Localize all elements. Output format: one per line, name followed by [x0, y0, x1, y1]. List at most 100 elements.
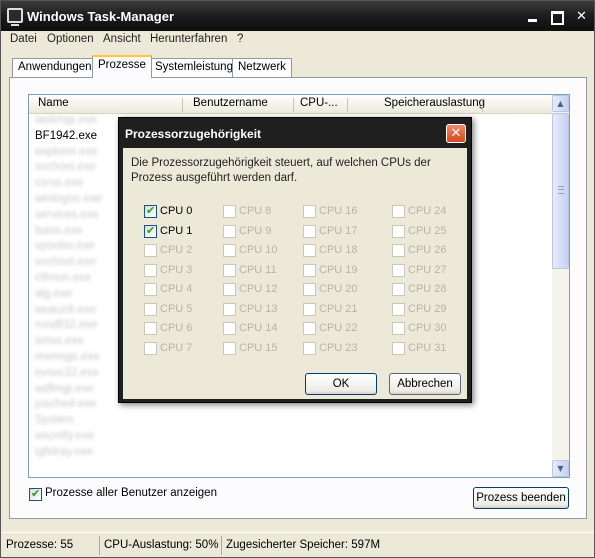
- cpu-label: CPU 7: [160, 341, 193, 354]
- cpu-checkbox[interactable]: [144, 224, 157, 238]
- cpu-label: CPU 11: [239, 263, 277, 276]
- table-row[interactable]: lsass.exe: [35, 225, 83, 241]
- table-row[interactable]: ctfmon.exe: [35, 272, 91, 288]
- table-row[interactable]: rundll32.exe: [35, 319, 98, 335]
- tab-anwendungen[interactable]: Anwendungen: [12, 58, 98, 77]
- table-row[interactable]: jusched.exe: [35, 398, 96, 414]
- table-row[interactable]: winlogon.exe: [35, 193, 102, 209]
- maximize-button[interactable]: [547, 7, 566, 26]
- close-button[interactable]: ✕: [572, 7, 591, 26]
- scroll-up-icon[interactable]: ▲: [552, 95, 569, 112]
- table-row[interactable]: BF1942.exe: [35, 130, 97, 146]
- column-divider[interactable]: [482, 98, 483, 112]
- title-bar[interactable]: Windows Task-Manager ✕: [1, 1, 594, 31]
- cpu-label: CPU 9: [239, 224, 272, 237]
- table-row[interactable]: nvsvc32.exe: [35, 367, 99, 383]
- cpu-checkbox: [144, 283, 157, 296]
- status-cpu: CPU-Auslastung: 50%: [99, 536, 220, 555]
- cpu-checkbox: [144, 263, 157, 277]
- table-row[interactable]: svchost.exe: [35, 161, 96, 177]
- monitor-icon: [7, 8, 23, 26]
- cpu-label: CPU 20: [319, 283, 358, 295]
- cpu-checkbox[interactable]: [144, 204, 157, 218]
- table-row[interactable]: csrss.exe: [35, 177, 84, 193]
- tab-netzwerk[interactable]: Netzwerk: [232, 58, 292, 77]
- cpu-checkbox: [303, 283, 316, 296]
- cpu-checkbox: [392, 322, 405, 335]
- status-processes: Prozesse: 55: [6, 539, 74, 551]
- window-title: Windows Task-Manager: [27, 9, 174, 24]
- cpu-label: CPU 4: [160, 283, 193, 295]
- cpu-label: CPU 26: [408, 244, 447, 256]
- table-row[interactable]: taskmgr.exe: [35, 114, 97, 130]
- dialog-body: Die Prozessorzugehörigkeit steuert, auf …: [123, 148, 467, 399]
- cpu-checkbox: [303, 263, 316, 277]
- table-row[interactable]: wdfmgr.exe: [35, 383, 94, 399]
- vertical-scrollbar[interactable]: ▲ ▼: [552, 95, 569, 477]
- processor-affinity-dialog: Prozessorzugehörigkeit ✕ Die Prozessorzu…: [118, 117, 472, 403]
- cpu-checkbox: [303, 341, 316, 355]
- table-row[interactable]: explorer.exe: [35, 146, 98, 162]
- cpu-checkbox: [144, 302, 157, 316]
- cpu-label: CPU 19: [319, 263, 358, 276]
- cpu-label: CPU 3: [160, 263, 193, 276]
- cpu-checkbox: [223, 283, 236, 296]
- table-row[interactable]: wuauclt.exe: [35, 304, 96, 320]
- cpu-label: CPU 28: [408, 283, 447, 295]
- tab-systemleistung[interactable]: Systemleistung: [149, 58, 239, 77]
- column-cpu[interactable]: CPU-...: [300, 97, 338, 109]
- show-all-users-label[interactable]: Prozesse aller Benutzer anzeigen: [45, 487, 217, 499]
- dialog-close-icon[interactable]: ✕: [446, 124, 466, 143]
- cpu-checkbox: [144, 341, 157, 355]
- cpu-checkbox: [392, 302, 405, 316]
- status-memory: Zugesicherter Speicher: 597M: [221, 536, 421, 555]
- cpu-checkbox: [144, 244, 157, 257]
- table-row[interactable]: spoolsv.exe: [35, 240, 95, 256]
- menu-bar: Datei Optionen Ansicht Herunterfahren ?: [2, 31, 594, 49]
- menu-ansicht[interactable]: Ansicht: [103, 33, 141, 45]
- column-name[interactable]: Name: [38, 97, 69, 109]
- table-row[interactable]: wscntfy.exe: [35, 430, 94, 446]
- end-process-button[interactable]: Prozess beenden: [473, 487, 569, 509]
- cpu-label: CPU 25: [408, 224, 447, 237]
- cpu-label: CPU 13: [239, 302, 278, 315]
- cpu-label: CPU 23: [319, 341, 358, 354]
- table-row[interactable]: msmsgs.exe: [35, 351, 100, 367]
- menu-datei[interactable]: Datei: [10, 33, 37, 45]
- menu-herunterfahren[interactable]: Herunterfahren: [150, 33, 227, 45]
- scroll-down-icon[interactable]: ▼: [552, 460, 569, 477]
- table-row[interactable]: alg.exe: [35, 288, 72, 304]
- table-row[interactable]: igfxtray.exe: [35, 446, 93, 462]
- cpu-checkbox: [303, 302, 316, 316]
- cpu-checkbox: [392, 205, 405, 218]
- scroll-thumb[interactable]: [552, 113, 569, 269]
- cpu-checkbox: [223, 205, 236, 218]
- cpu-checkbox: [392, 283, 405, 296]
- cpu-label: CPU 22: [319, 322, 358, 334]
- minimize-button[interactable]: [523, 7, 542, 26]
- cancel-button[interactable]: Abbrechen: [389, 373, 461, 395]
- grip-icon: [558, 186, 564, 194]
- table-row[interactable]: services.exe: [35, 209, 99, 225]
- cpu-checkbox: [144, 322, 157, 335]
- table-row[interactable]: svchost.exe: [35, 256, 96, 272]
- column-divider[interactable]: [293, 98, 294, 112]
- cpu-checkbox: [392, 224, 405, 238]
- table-row[interactable]: System: [35, 414, 73, 430]
- table-row[interactable]: smss.exe: [35, 335, 84, 351]
- column-divider[interactable]: [182, 98, 183, 112]
- cpu-checkbox: [223, 244, 236, 257]
- ok-button[interactable]: OK: [305, 373, 377, 395]
- column-username[interactable]: Benutzername: [193, 97, 268, 109]
- cpu-checkbox: [303, 224, 316, 238]
- status-bar: Prozesse: 55 CPU-Auslastung: 50% Zugesic…: [2, 532, 594, 557]
- show-all-users-checkbox[interactable]: [29, 487, 42, 501]
- cpu-label: CPU 14: [239, 322, 278, 334]
- tab-prozesse[interactable]: Prozesse: [92, 55, 152, 78]
- dialog-title: Prozessorzugehörigkeit: [125, 127, 262, 141]
- cpu-checkbox: [223, 224, 236, 238]
- menu-optionen[interactable]: Optionen: [47, 33, 94, 45]
- menu-help[interactable]: ?: [237, 33, 243, 45]
- column-divider[interactable]: [347, 98, 348, 112]
- column-memory[interactable]: Speicherauslastung: [384, 97, 485, 109]
